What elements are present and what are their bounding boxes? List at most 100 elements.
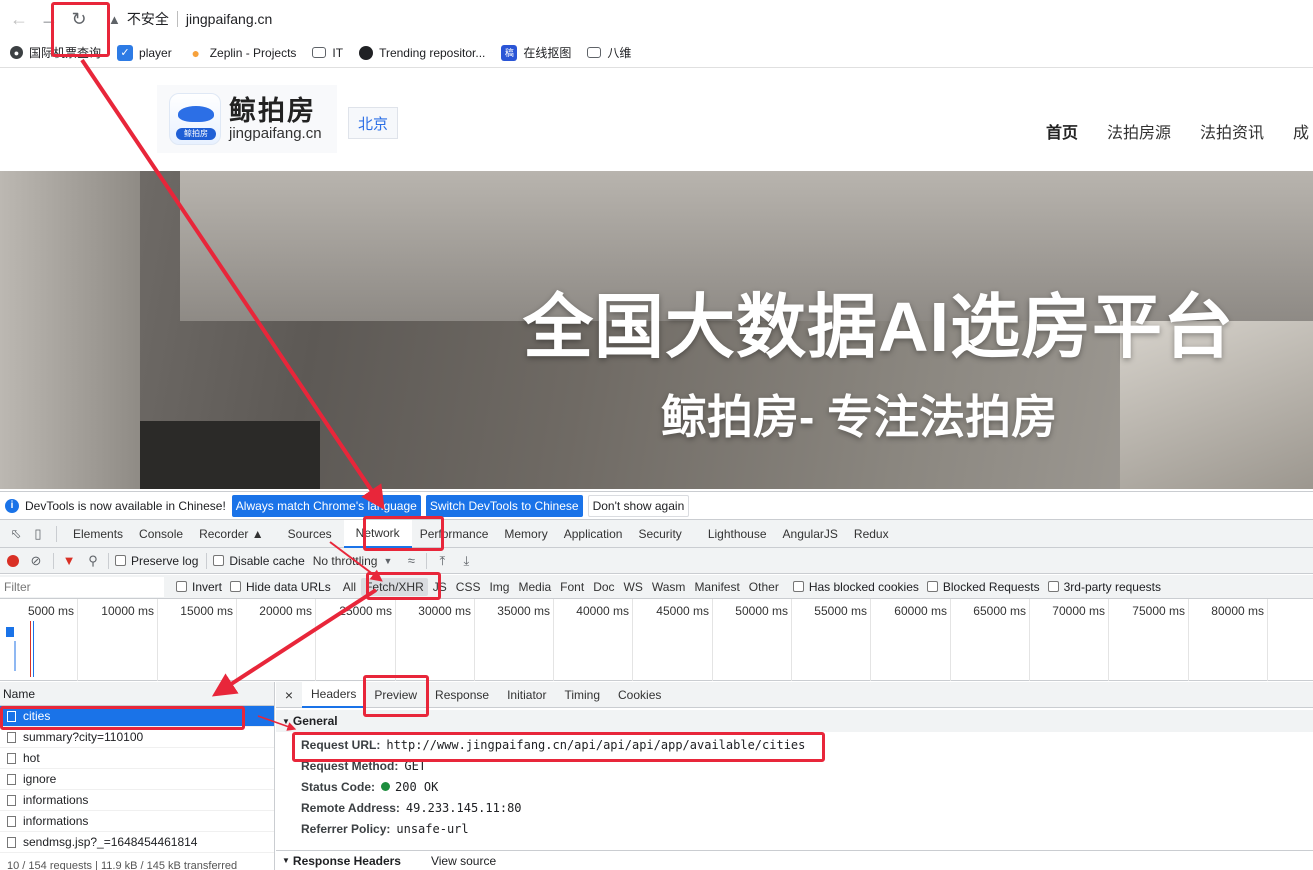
devtools-language-notice: i DevTools is now available in Chinese! … (0, 491, 1313, 519)
always-match-language-button[interactable]: Always match Chrome's language (231, 494, 421, 517)
header-key: Referrer Policy: (301, 821, 391, 836)
browser-toolbar: ← → ↻ ▲ 不安全 jingpaifang.cn (0, 0, 1313, 38)
tab-redux[interactable]: Redux (846, 520, 897, 548)
tab-lighthouse[interactable]: Lighthouse (700, 520, 775, 548)
request-row[interactable]: informations (0, 811, 274, 832)
filter-type-all[interactable]: All (339, 578, 360, 596)
whale-shape (178, 106, 214, 122)
site-nav: 首页 法拍房源 法拍资讯 成 (1046, 119, 1313, 143)
filter-input[interactable]: Filter (0, 576, 164, 597)
bookmark-label: player (139, 45, 172, 60)
tab-angularjs[interactable]: AngularJS (775, 520, 846, 548)
device-toolbar-icon[interactable]: ▯ (28, 524, 48, 544)
tab-sources[interactable]: Sources (280, 520, 340, 548)
blocked-requests-checkbox[interactable]: Blocked Requests (926, 580, 1040, 594)
filter-type-css[interactable]: CSS (452, 578, 485, 596)
site-logo[interactable]: 鲸拍房 鲸拍房 jingpaifang.cn (157, 85, 337, 153)
dont-show-again-button[interactable]: Don't show again (587, 494, 690, 517)
tab-elements[interactable]: Elements (65, 520, 131, 548)
third-party-requests-checkbox[interactable]: 3rd-party requests (1047, 579, 1161, 594)
export-har-icon[interactable]: ⤓ (457, 552, 475, 570)
filter-type-doc[interactable]: Doc (589, 578, 618, 596)
logo-text: 鲸拍房 jingpaifang.cn (229, 96, 322, 142)
search-icon[interactable]: ⚲ (84, 552, 102, 570)
request-row[interactable]: informations (0, 790, 274, 811)
address-bar[interactable]: ▲ 不安全 jingpaifang.cn (108, 4, 1028, 34)
tab-initiator[interactable]: Initiator (498, 682, 555, 708)
bookmark-flights[interactable]: ● 国际机票查询 (10, 44, 101, 61)
request-name: hot (23, 751, 40, 765)
has-blocked-cookies-checkbox[interactable]: Has blocked cookies (792, 580, 919, 594)
tab-console[interactable]: Console (131, 520, 191, 548)
city-selector[interactable]: 北京 (348, 107, 398, 139)
bookmark-cutout[interactable]: 稿 在线抠图 (501, 44, 571, 61)
general-section-header[interactable]: ▼ General (276, 710, 1313, 732)
nav-more[interactable]: 成 (1293, 119, 1309, 143)
tab-recorder[interactable]: Recorder ▲ (191, 520, 272, 548)
filter-type-wasm[interactable]: Wasm (648, 578, 690, 596)
request-row[interactable]: ignore (0, 769, 274, 790)
response-headers-section[interactable]: ▼ Response Headers View source (276, 850, 1313, 870)
request-row-cities[interactable]: cities (0, 706, 274, 727)
tab-headers[interactable]: Headers (302, 681, 366, 708)
url-host: jingpaifang.cn (185, 11, 273, 27)
hero-wall-image (0, 171, 140, 489)
close-icon[interactable]: × (276, 687, 302, 703)
filter-type-media[interactable]: Media (514, 578, 555, 596)
bookmark-bawei[interactable]: 八维 (587, 44, 631, 61)
tab-preview[interactable]: Preview (365, 682, 426, 708)
filter-type-js[interactable]: JS (429, 578, 451, 596)
nav-home[interactable]: 首页 (1046, 119, 1078, 143)
request-row[interactable]: hot (0, 748, 274, 769)
switch-to-chinese-button[interactable]: Switch DevTools to Chinese (425, 494, 583, 517)
disable-cache-checkbox[interactable]: Disable cache (213, 554, 305, 568)
back-arrow-icon[interactable]: ← (4, 4, 34, 34)
toolbar-divider (108, 552, 109, 569)
filter-icon[interactable]: ▼ (60, 552, 78, 570)
filter-type-font[interactable]: Font (556, 578, 588, 596)
name-column-header[interactable]: Name (0, 682, 274, 706)
record-icon[interactable] (7, 554, 19, 567)
filter-type-fetch-xhr[interactable]: Fetch/XHR (361, 577, 428, 596)
tab-network[interactable]: Network (343, 519, 412, 548)
request-list: Name cities summary?city=110100 hot igno… (0, 682, 275, 870)
clear-icon[interactable]: ⊘ (27, 552, 45, 570)
filter-type-img[interactable]: Img (485, 578, 513, 596)
tab-memory[interactable]: Memory (496, 520, 555, 548)
filter-type-other[interactable]: Other (745, 578, 783, 596)
filter-type-ws[interactable]: WS (620, 578, 647, 596)
preserve-log-checkbox[interactable]: Preserve log (115, 554, 198, 568)
throttling-select[interactable]: No throttling (313, 554, 378, 568)
inspect-element-icon[interactable]: ⬁ (6, 524, 26, 544)
forward-arrow-icon[interactable]: → (34, 4, 64, 34)
tab-performance[interactable]: Performance (412, 520, 497, 548)
github-icon (359, 45, 374, 60)
tab-response[interactable]: Response (426, 682, 498, 708)
request-row[interactable]: summary?city=110100 (0, 727, 274, 748)
bookmark-it[interactable]: IT (312, 46, 343, 60)
hide-data-urls-checkbox[interactable]: Hide data URLs (230, 580, 331, 594)
nav-listings[interactable]: 法拍房源 (1107, 119, 1171, 143)
reload-icon[interactable]: ↻ (64, 4, 94, 34)
document-icon (7, 752, 16, 764)
bookmark-player[interactable]: ✓ player (117, 44, 172, 61)
invert-checkbox[interactable]: Invert (176, 580, 222, 594)
request-row[interactable]: sendmsg.jsp?_=1648454461814 (0, 832, 274, 853)
checkbox-label: 3rd-party requests (1063, 579, 1161, 594)
tab-timing[interactable]: Timing (555, 682, 609, 708)
tab-cookies[interactable]: Cookies (609, 682, 670, 708)
document-icon (7, 773, 16, 785)
tab-application[interactable]: Application (556, 520, 631, 548)
view-source-link[interactable]: View source (431, 854, 496, 868)
tab-security[interactable]: Security (630, 520, 689, 548)
shield-icon: ✓ (117, 44, 134, 61)
network-conditions-icon[interactable]: ≈ (402, 552, 420, 570)
filter-type-manifest[interactable]: Manifest (690, 578, 743, 596)
bookmark-github[interactable]: Trending repositor... (359, 45, 485, 60)
nav-news[interactable]: 法拍资讯 (1200, 119, 1264, 143)
network-timeline-overview[interactable]: 5000 ms 10000 ms 15000 ms 20000 ms 25000 ms 3… (0, 599, 1313, 681)
request-url-row: Request URL: http://www.jingpaifang.cn/a… (276, 734, 1313, 755)
referrer-policy-row: Referrer Policy: unsafe-url (276, 818, 1313, 839)
import-har-icon[interactable]: ⤒ (433, 552, 451, 570)
bookmark-zeplin[interactable]: ● Zeplin - Projects (188, 45, 296, 61)
